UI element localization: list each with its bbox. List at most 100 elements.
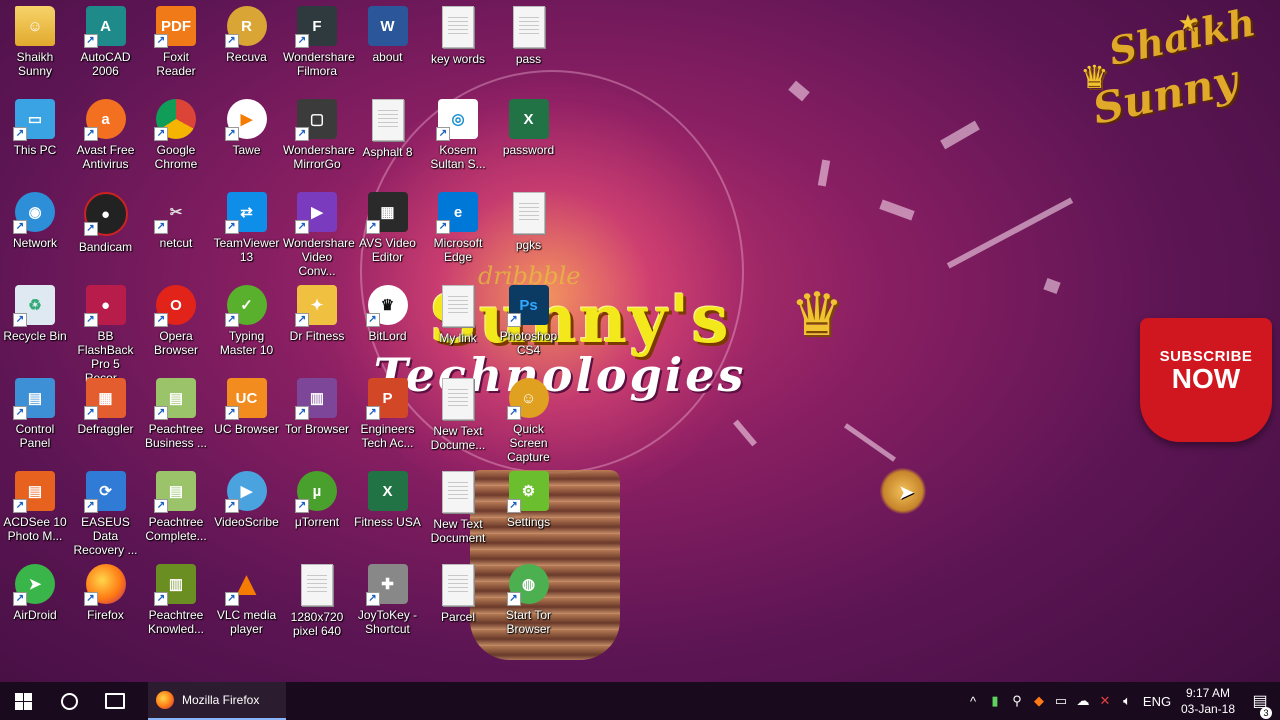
desktop-icon[interactable]: ➤ AirDroid bbox=[0, 558, 70, 648]
cortana-search-button[interactable] bbox=[46, 682, 92, 720]
camera-icon[interactable]: ▭ bbox=[1050, 693, 1072, 709]
desktop-icon[interactable]: Wabout bbox=[353, 0, 423, 90]
desktop-icon[interactable]: My link bbox=[423, 279, 493, 369]
tor-icon: ▥ bbox=[295, 378, 337, 420]
teamviewer-icon: ⇄ bbox=[224, 192, 267, 234]
task-view-icon bbox=[105, 693, 125, 709]
desktop-icon-label: Quick Screen Capture bbox=[507, 422, 550, 464]
desktop-icon-label: Opera Browser bbox=[153, 329, 198, 357]
desktop-icon[interactable]: µ μTorrent bbox=[282, 465, 352, 555]
taskbar: Mozilla Firefox ^ ▮ ⚲ ◆ ▭ ☁ ✕ 🔈︎ ENG 9:1… bbox=[0, 682, 1280, 720]
desktop-icon-label: VLC media player bbox=[216, 608, 277, 636]
desktop-icon[interactable]: R Recuva bbox=[212, 0, 282, 90]
desktop-icon[interactable]: Parcel bbox=[423, 558, 493, 648]
desktop-icon[interactable]: PDFFoxit Reader bbox=[141, 0, 211, 90]
desktop-icon[interactable]: ▢Wondershare MirrorGo bbox=[282, 93, 355, 183]
volume-icon[interactable]: 🔈︎ bbox=[1116, 693, 1138, 709]
desktop-icon[interactable]: ●BB FlashBack Pro 5 Recor... bbox=[71, 279, 141, 385]
desktop-icon[interactable]: ▶ Tawe bbox=[212, 93, 282, 183]
desktop-icon[interactable]: OOpera Browser bbox=[141, 279, 211, 369]
taskbar-app-firefox[interactable]: Mozilla Firefox bbox=[148, 682, 286, 720]
desktop-icon[interactable]: ⇄TeamViewer 13 bbox=[212, 186, 282, 276]
usb-icon[interactable]: ⚲ bbox=[1006, 693, 1028, 709]
desktop-icon[interactable]: ♻ Recycle Bin bbox=[0, 279, 70, 369]
onedrive-cloud-icon[interactable]: ☁ bbox=[1072, 693, 1094, 709]
desktop-icon-label: AVS Video Editor bbox=[359, 236, 416, 264]
desktop-icon[interactable]: ● Bandicam bbox=[71, 186, 141, 276]
video-converter-icon: ▶ bbox=[295, 192, 337, 234]
glass-shard bbox=[788, 80, 810, 102]
desktop-icon[interactable]: X Fitness USA bbox=[353, 465, 423, 555]
desktop-icon[interactable]: ☺Quick Screen Capture bbox=[494, 372, 564, 464]
vlc-icon: ▲ bbox=[224, 564, 267, 606]
desktop-icon[interactable]: pgks bbox=[494, 186, 564, 276]
desktop-icon[interactable]: ✂ netcut bbox=[141, 186, 211, 276]
start-button[interactable] bbox=[0, 682, 46, 720]
network-warning-icon[interactable]: ✕ bbox=[1094, 693, 1116, 709]
desktop-icon[interactable]: Xpassword bbox=[494, 93, 564, 183]
desktop-icon[interactable]: ▭ This PC bbox=[0, 93, 70, 183]
firefox-icon bbox=[156, 691, 174, 709]
task-view-button[interactable] bbox=[92, 682, 138, 720]
desktop-icon[interactable]: ✦ Dr Fitness bbox=[282, 279, 352, 369]
desktop-icon[interactable]: ✚JoyToKey - Shortcut bbox=[353, 558, 423, 648]
action-center-button[interactable]: ▤ 3 bbox=[1240, 691, 1280, 719]
desktop-icon[interactable]: Firefox bbox=[71, 558, 141, 648]
desktop-icon[interactable]: aAvast Free Antivirus bbox=[71, 93, 141, 183]
desktop-icon[interactable]: Google Chrome bbox=[141, 93, 211, 183]
desktop-icon[interactable]: ▦ Defraggler bbox=[71, 372, 141, 462]
desktop-icon[interactable]: ▥ Tor Browser bbox=[282, 372, 352, 462]
bitlord-icon: ♛ bbox=[365, 285, 408, 327]
desktop-icon[interactable]: ◍Start Tor Browser bbox=[494, 558, 564, 648]
app-tray-fox-icon[interactable]: ◆ bbox=[1028, 693, 1050, 709]
desktop-icon[interactable]: FWondershare Filmora bbox=[282, 0, 355, 90]
clock[interactable]: 9:17 AM 03-Jan-18 bbox=[1176, 685, 1240, 717]
desktop-icon-label: Parcel bbox=[440, 610, 475, 624]
desktop-icon-label: TeamViewer 13 bbox=[213, 236, 280, 264]
desktop-icon[interactable]: UC UC Browser bbox=[212, 372, 282, 462]
text-doc-icon bbox=[512, 6, 545, 48]
desktop-icon[interactable]: AAutoCAD 2006 bbox=[71, 0, 141, 90]
desktop-icon[interactable]: New Text Document bbox=[423, 465, 493, 555]
glass-shard bbox=[817, 159, 831, 187]
desktop-icon[interactable]: ◎Kosem Sultan S... bbox=[423, 93, 493, 183]
desktop-icon[interactable]: ⚙ Settings bbox=[494, 465, 564, 555]
peachtree-icon: ▤ bbox=[154, 471, 196, 513]
desktop-icon[interactable]: ⟳EASEUS Data Recovery ... bbox=[71, 465, 141, 557]
avast-icon: a bbox=[83, 99, 126, 141]
desktop-icon[interactable]: 1280x720 pixel 640 bbox=[282, 558, 352, 648]
media-icon: ◎ bbox=[436, 99, 478, 141]
desktop-icon[interactable]: ▤ACDSee 10 Photo M... bbox=[0, 465, 70, 555]
opera-icon: O bbox=[154, 285, 196, 327]
desktop-icon[interactable]: PsPhotoshop CS4 bbox=[494, 279, 564, 369]
notification-count-badge: 3 bbox=[1260, 707, 1272, 719]
desktop-icon[interactable]: ◉ Network bbox=[0, 186, 70, 276]
desktop-icon[interactable]: ▶Wondershare Video Conv... bbox=[282, 186, 355, 278]
desktop-icon[interactable]: ▤Control Panel bbox=[0, 372, 70, 462]
desktop-icon[interactable]: ♛ BitLord bbox=[353, 279, 423, 369]
recycle-bin-icon: ♻ bbox=[13, 285, 55, 327]
glass-shard bbox=[879, 199, 915, 221]
desktop-icon[interactable]: New Text Docume... bbox=[423, 372, 493, 462]
desktop-icon[interactable]: ☺ Shaikh Sunny bbox=[0, 0, 70, 90]
desktop-icon[interactable]: ▥Peachtree Knowled... bbox=[141, 558, 211, 648]
desktop-icon[interactable]: ▶ VideoScribe bbox=[212, 465, 282, 555]
edge-icon: e bbox=[436, 192, 478, 234]
show-hidden-icons-chevron-icon[interactable]: ^ bbox=[962, 694, 984, 709]
desktop-icon-label: Network bbox=[12, 236, 57, 250]
language-indicator[interactable]: ENG bbox=[1138, 694, 1176, 709]
desktop-icon[interactable]: eMicrosoft Edge bbox=[423, 186, 493, 276]
pdf-icon: PDF bbox=[154, 6, 196, 48]
desktop-icon[interactable]: pass bbox=[494, 0, 564, 90]
desktop-icon[interactable]: ▤Peachtree Business ... bbox=[141, 372, 211, 462]
desktop-icon[interactable]: ▤Peachtree Complete... bbox=[141, 465, 211, 555]
battery-icon[interactable]: ▮ bbox=[984, 693, 1006, 709]
desktop-icon[interactable]: Asphalt 8 bbox=[353, 93, 423, 183]
desktop-icon[interactable]: ✓Typing Master 10 bbox=[212, 279, 282, 369]
desktop-icon[interactable]: PEngineers Tech Ac... bbox=[353, 372, 423, 462]
books-icon: ▥ bbox=[154, 564, 196, 606]
desktop-icon[interactable]: ▦AVS Video Editor bbox=[353, 186, 423, 276]
desktop-icon[interactable]: ▲VLC media player bbox=[212, 558, 282, 648]
glass-shard bbox=[733, 419, 757, 447]
desktop-icon[interactable]: key words bbox=[423, 0, 493, 90]
